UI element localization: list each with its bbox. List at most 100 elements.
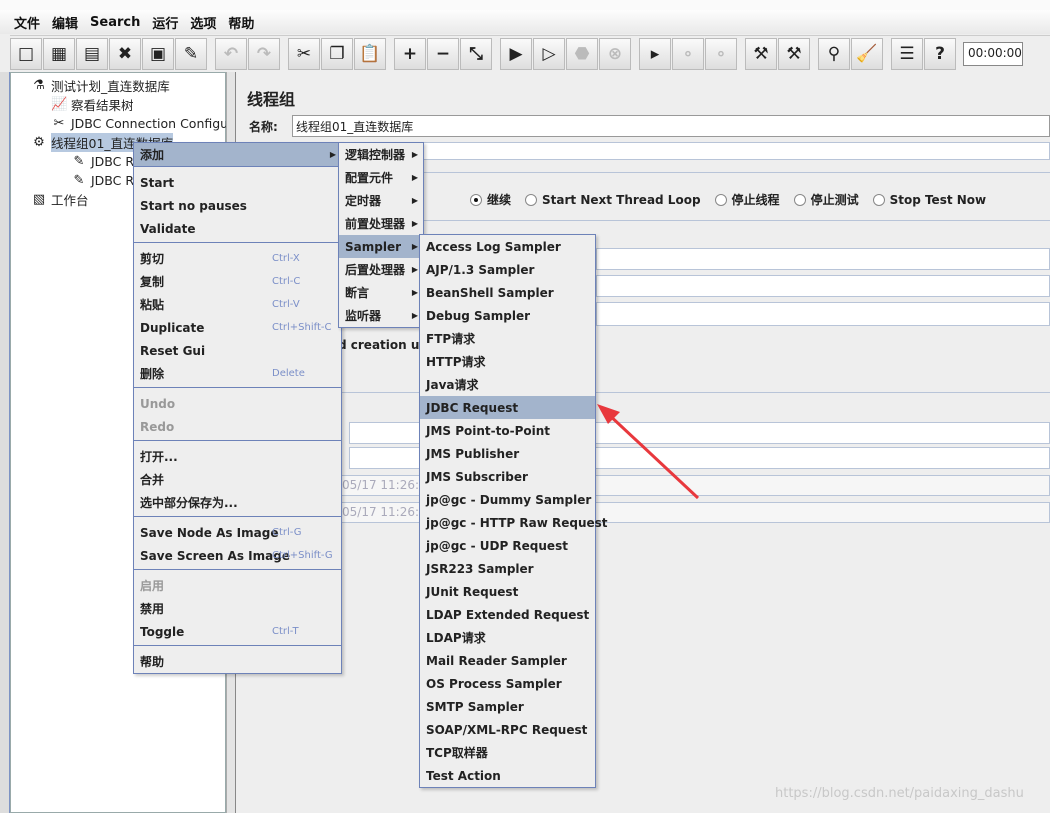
ramp-up-input[interactable] bbox=[596, 275, 1050, 297]
menu-item[interactable]: Java请求 bbox=[420, 373, 595, 396]
menu-item[interactable]: Start no pauses bbox=[134, 194, 341, 217]
menu-item[interactable]: 前置处理器 ▶ bbox=[339, 212, 423, 235]
loop-count-input[interactable] bbox=[596, 302, 1050, 326]
menu-item[interactable]: Reset Gui bbox=[134, 339, 341, 362]
menu-item[interactable]: JMS Subscriber bbox=[420, 465, 595, 488]
undo-button[interactable]: ↶ bbox=[215, 37, 247, 70]
clear-all-button[interactable]: ⚒ bbox=[778, 37, 810, 70]
shutdown-button[interactable]: ⊗ bbox=[599, 37, 631, 70]
menu-item[interactable]: jp@gc - Dummy Sampler bbox=[420, 488, 595, 511]
menu-item[interactable]: 定时器 ▶ bbox=[339, 189, 423, 212]
menu-item[interactable]: Debug Sampler bbox=[420, 304, 595, 327]
menu-item[interactable]: Start bbox=[134, 171, 341, 194]
save-as-button[interactable]: ✎ bbox=[175, 37, 207, 70]
menu-item[interactable]: 打开... bbox=[134, 445, 341, 468]
tree-node[interactable]: ⚗ 测试计划_直连数据库 bbox=[31, 76, 170, 95]
menu-item[interactable]: Duplicate Ctrl+Shift-C bbox=[134, 316, 341, 339]
menu-item[interactable]: 断言 ▶ bbox=[339, 281, 423, 304]
menu-item[interactable]: jp@gc - UDP Request bbox=[420, 534, 595, 557]
menu-item[interactable]: 帮助 bbox=[134, 650, 341, 673]
clear-button[interactable]: ⚒ bbox=[745, 37, 777, 70]
menu-item[interactable]: Sampler ▶ bbox=[339, 235, 423, 258]
radio-option[interactable]: Start Next Thread Loop bbox=[525, 193, 701, 207]
templates-button[interactable]: ▦ bbox=[43, 37, 75, 70]
radio-option[interactable]: Stop Test Now bbox=[872, 193, 986, 207]
radio-option[interactable]: 继续 bbox=[470, 191, 511, 208]
new-button[interactable]: □ bbox=[10, 37, 42, 70]
menu-item[interactable]: 添加 ▶ bbox=[134, 143, 341, 166]
stop-button[interactable]: ⬣ bbox=[566, 37, 598, 70]
menu-item[interactable]: 选中部分保存为... bbox=[134, 491, 341, 514]
save-button[interactable]: ▣ bbox=[142, 37, 174, 70]
menu-item[interactable]: Access Log Sampler bbox=[420, 235, 595, 258]
menu-item[interactable]: LDAP Extended Request bbox=[420, 603, 595, 626]
radio-option[interactable]: 停止测试 bbox=[793, 191, 859, 208]
menu-item[interactable]: Test Action bbox=[420, 764, 595, 787]
menu-item[interactable]: 后置处理器 ▶ bbox=[339, 258, 423, 281]
radio-button[interactable] bbox=[714, 193, 727, 206]
menu-item[interactable]: 禁用 bbox=[134, 597, 341, 620]
radio-button[interactable] bbox=[872, 193, 885, 206]
expand-button[interactable]: + bbox=[394, 37, 426, 70]
menu-item[interactable]: LDAP请求 bbox=[420, 626, 595, 649]
menu-item[interactable]: JMS Point-to-Point bbox=[420, 419, 595, 442]
tree-node[interactable]: ▧ 工作台 bbox=[31, 190, 89, 209]
help-button[interactable]: ? bbox=[924, 37, 956, 70]
menu-3[interactable]: 运行 bbox=[146, 13, 184, 32]
threads-input[interactable] bbox=[596, 248, 1050, 270]
menu-item[interactable]: 配置元件 ▶ bbox=[339, 166, 423, 189]
name-input[interactable]: 线程组01_直连数据库 bbox=[292, 115, 1050, 137]
collapse-button[interactable]: − bbox=[427, 37, 459, 70]
redo-button[interactable]: ↷ bbox=[248, 37, 280, 70]
open-button[interactable]: ▤ bbox=[76, 37, 108, 70]
menu-item[interactable]: JSR223 Sampler bbox=[420, 557, 595, 580]
menu-item[interactable]: Save Node As Image Ctrl-G bbox=[134, 521, 341, 544]
menu-item[interactable]: 启用 bbox=[134, 574, 341, 597]
menu-item[interactable]: Undo bbox=[134, 392, 341, 415]
menu-item[interactable]: FTP请求 bbox=[420, 327, 595, 350]
menu-2[interactable]: Search bbox=[84, 15, 146, 30]
menu-item[interactable]: 复制 Ctrl-C bbox=[134, 270, 341, 293]
search-button[interactable]: ⚲ bbox=[818, 37, 850, 70]
menu-item[interactable]: BeanShell Sampler bbox=[420, 281, 595, 304]
menu-item[interactable]: 逻辑控制器 ▶ bbox=[339, 143, 423, 166]
menu-item[interactable]: 粘贴 Ctrl-V bbox=[134, 293, 341, 316]
start-button[interactable]: ▶ bbox=[500, 37, 532, 70]
menu-item[interactable]: 剪切 Ctrl-X bbox=[134, 247, 341, 270]
menu-item[interactable]: 合并 bbox=[134, 468, 341, 491]
start-no-pauses-button[interactable]: ▷ bbox=[533, 37, 565, 70]
radio-button[interactable] bbox=[470, 193, 482, 206]
menu-item[interactable]: JDBC Request bbox=[420, 396, 595, 419]
menu-item[interactable]: JMS Publisher bbox=[420, 442, 595, 465]
menu-0[interactable]: 文件 bbox=[8, 13, 46, 32]
remote-exit-button[interactable]: ∘ bbox=[705, 37, 737, 70]
comments-input[interactable] bbox=[342, 142, 1050, 160]
radio-option[interactable]: 停止线程 bbox=[714, 191, 780, 208]
menu-item[interactable]: Toggle Ctrl-T bbox=[134, 620, 341, 643]
close-button[interactable]: ✖ bbox=[109, 37, 141, 70]
menu-item[interactable]: jp@gc - HTTP Raw Request bbox=[420, 511, 608, 534]
copy-button[interactable]: ❐ bbox=[321, 37, 353, 70]
cut-button[interactable]: ✂ bbox=[288, 37, 320, 70]
menu-item[interactable]: Validate bbox=[134, 217, 341, 240]
menu-item[interactable]: 删除 Delete bbox=[134, 362, 341, 385]
menu-item[interactable]: OS Process Sampler bbox=[420, 672, 595, 695]
remote-stop-button[interactable]: ∘ bbox=[672, 37, 704, 70]
menu-item[interactable]: AJP/1.3 Sampler bbox=[420, 258, 595, 281]
menu-4[interactable]: 选项 bbox=[184, 13, 222, 32]
radio-button[interactable] bbox=[793, 193, 806, 206]
remote-start-button[interactable]: ▸ bbox=[639, 37, 671, 70]
menu-5[interactable]: 帮助 bbox=[222, 13, 260, 32]
menu-item[interactable]: Save Screen As Image Ctrl+Shift-G bbox=[134, 544, 341, 567]
paste-button[interactable]: 📋 bbox=[354, 37, 386, 70]
menu-1[interactable]: 编辑 bbox=[46, 13, 84, 32]
menu-item[interactable]: Redo bbox=[134, 415, 341, 438]
function-helper-button[interactable]: ☰ bbox=[891, 37, 923, 70]
menu-item[interactable]: Mail Reader Sampler bbox=[420, 649, 595, 672]
radio-button[interactable] bbox=[525, 193, 538, 206]
toggle-button[interactable]: ⤡ bbox=[460, 37, 492, 70]
menu-item[interactable]: TCP取样器 bbox=[420, 741, 595, 764]
menu-item[interactable]: SOAP/XML-RPC Request bbox=[420, 718, 595, 741]
menu-item[interactable]: SMTP Sampler bbox=[420, 695, 595, 718]
menu-item[interactable]: JUnit Request bbox=[420, 580, 595, 603]
